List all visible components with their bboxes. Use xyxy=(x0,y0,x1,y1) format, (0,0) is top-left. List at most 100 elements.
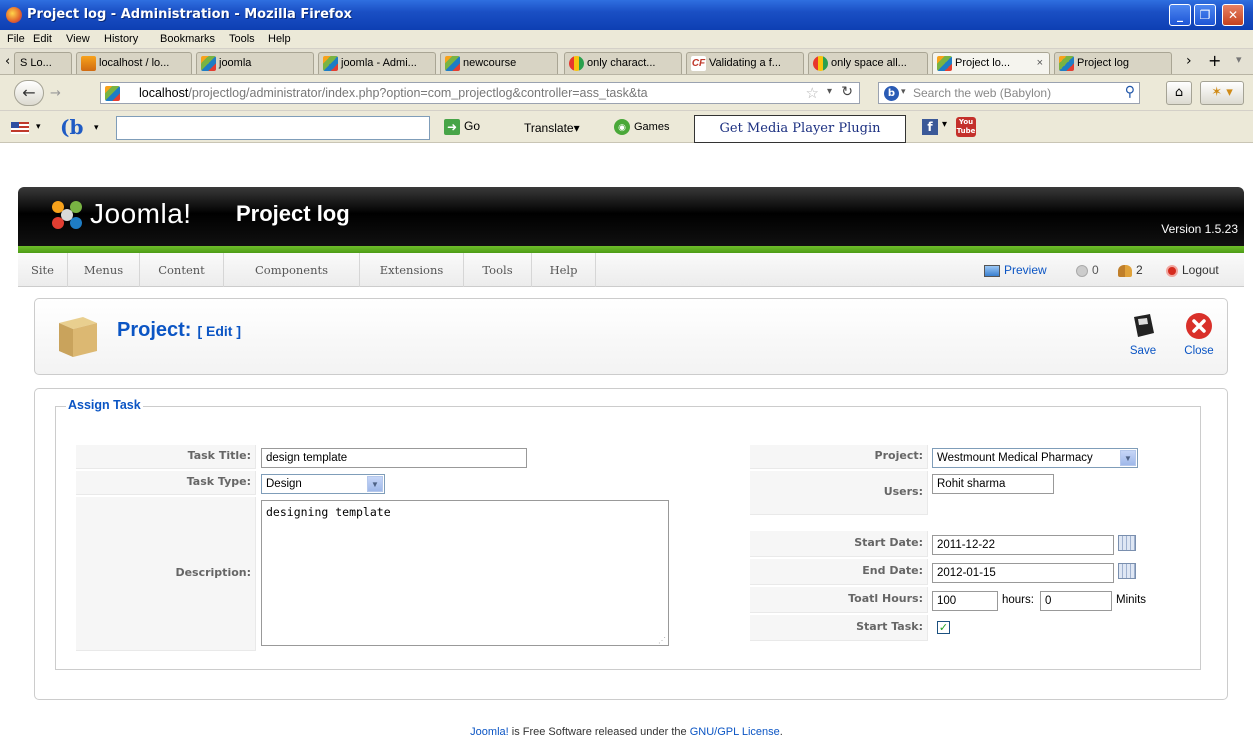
messages-count[interactable]: 0 xyxy=(1076,263,1099,277)
page-subtitle: [ Edit ] xyxy=(197,323,242,339)
tab-6[interactable]: CF Validating a f... xyxy=(686,52,804,74)
url-dropdown-icon[interactable]: ▾ xyxy=(827,86,832,97)
minutes-input[interactable]: 0 xyxy=(1040,591,1112,611)
preview-link[interactable]: Preview xyxy=(984,263,1047,277)
tab-8-active[interactable]: Project lo... × xyxy=(932,52,1050,74)
browser-tabbar: ‹ S Lo... localhost / lo... joomla jooml… xyxy=(0,49,1253,75)
joomla-icon xyxy=(937,56,952,71)
start-task-checkbox[interactable]: ✓ xyxy=(937,621,950,634)
start-date-input[interactable]: 2011-12-22 xyxy=(932,535,1114,555)
flag-dropdown-icon[interactable]: ▾ xyxy=(36,122,41,132)
menu-menus[interactable]: Menus xyxy=(68,253,140,287)
tab-7[interactable]: only space all... xyxy=(808,52,928,74)
games-button[interactable]: ◉ Games xyxy=(614,119,669,135)
search-engine-dropdown-icon[interactable]: ▾ xyxy=(901,87,906,97)
menu-bookmarks[interactable]: Bookmarks xyxy=(160,33,215,45)
app-title: Project log xyxy=(236,201,350,226)
babylon-dropdown-icon[interactable]: ▾ xyxy=(94,123,99,133)
menu-history[interactable]: History xyxy=(104,33,138,45)
search-bar[interactable]: b ▾ Search the web (Babylon) ⚲ xyxy=(878,82,1140,104)
bookmark-star-icon[interactable]: ☆ xyxy=(806,84,819,102)
save-button[interactable]: Save xyxy=(1121,311,1165,357)
end-date-input[interactable]: 2012-01-15 xyxy=(932,563,1114,583)
maximize-button[interactable]: ❐ xyxy=(1194,4,1216,26)
joomla-menu: Site Menus Content Components Extensions… xyxy=(18,253,1244,287)
us-flag-icon[interactable] xyxy=(11,122,29,134)
youtube-icon[interactable]: You Tube xyxy=(956,117,976,137)
tab-4[interactable]: newcourse xyxy=(440,52,558,74)
users-label: Users: xyxy=(750,471,928,515)
logout-link[interactable]: Logout xyxy=(1166,263,1219,277)
menu-components[interactable]: Components xyxy=(224,253,360,287)
menu-content[interactable]: Content xyxy=(140,253,224,287)
users-input[interactable]: Rohit sharma xyxy=(932,474,1054,494)
new-tab-icon[interactable]: + xyxy=(1208,51,1221,70)
menu-help[interactable]: Help xyxy=(268,33,291,45)
users-online-count[interactable]: 2 xyxy=(1118,263,1143,277)
media-player-plugin-button[interactable]: Get Media Player Plugin xyxy=(694,115,906,143)
url-bar[interactable]: localhost/projectlog/administrator/index… xyxy=(100,82,860,104)
version-label: Version 1.5.23 xyxy=(1161,222,1238,236)
tab-scroll-left-icon[interactable]: ‹ xyxy=(5,54,10,69)
joomla-icon xyxy=(445,56,460,71)
games-icon: ◉ xyxy=(614,119,630,135)
facebook-icon[interactable]: f xyxy=(922,119,938,135)
task-type-select[interactable]: Design ▼ xyxy=(261,474,385,494)
menu-help[interactable]: Help xyxy=(532,253,596,287)
joomla-logo-text: Joomla! xyxy=(90,198,192,229)
form-container: Assign Task Task Title: design template … xyxy=(34,388,1228,700)
joomla-icon xyxy=(1059,56,1074,71)
joomla-link[interactable]: Joomla! xyxy=(470,726,509,738)
cf-icon: CF xyxy=(691,56,706,71)
phpmyadmin-icon xyxy=(81,56,96,71)
tab-scroll-right-icon[interactable]: › xyxy=(1186,53,1192,69)
translate-button[interactable]: Translate▾ xyxy=(524,121,580,135)
header-accent-bar xyxy=(18,246,1244,253)
start-date-label: Start Date: xyxy=(750,531,928,557)
tab-9[interactable]: Project log xyxy=(1054,52,1172,74)
menu-tools[interactable]: Tools xyxy=(464,253,532,287)
calendar-icon[interactable] xyxy=(1118,563,1136,579)
go-arrow-icon: ➜ xyxy=(444,119,460,135)
home-icon[interactable]: ⌂ xyxy=(1166,81,1192,105)
project-select[interactable]: Westmount Medical Pharmacy ▼ xyxy=(932,448,1138,468)
menu-extensions[interactable]: Extensions xyxy=(360,253,464,287)
tab-2[interactable]: joomla xyxy=(196,52,314,74)
tab-3[interactable]: joomla - Admi... xyxy=(318,52,436,74)
tab-1[interactable]: localhost / lo... xyxy=(76,52,192,74)
magnifier-icon[interactable]: ⚲ xyxy=(1125,84,1135,100)
menu-tools[interactable]: Tools xyxy=(229,33,255,45)
back-icon[interactable]: ← xyxy=(14,80,44,106)
close-window-button[interactable]: ✕ xyxy=(1222,4,1244,26)
menu-edit[interactable]: Edit xyxy=(33,33,52,45)
gpl-license-link[interactable]: GNU/GPL License xyxy=(690,726,780,738)
calendar-icon[interactable] xyxy=(1118,535,1136,551)
menu-site[interactable]: Site xyxy=(18,253,68,287)
menu-view[interactable]: View xyxy=(66,33,90,45)
forward-icon[interactable]: → xyxy=(50,86,61,101)
babylon-search-input[interactable] xyxy=(116,116,430,140)
end-date-label: End Date: xyxy=(750,559,928,585)
task-title-input[interactable]: design template xyxy=(261,448,527,468)
description-textarea[interactable]: designing template ⋰ xyxy=(261,500,669,646)
close-tab-icon[interactable]: × xyxy=(1037,53,1043,73)
go-button[interactable]: ➜ Go xyxy=(444,119,480,135)
tab-list-icon[interactable]: ▾ xyxy=(1236,53,1242,66)
hours-input[interactable]: 100 xyxy=(932,591,998,611)
babylon-search-icon[interactable]: b xyxy=(884,86,899,101)
hours-unit-label: hours: xyxy=(1002,594,1034,606)
tab-0[interactable]: S Lo... xyxy=(14,52,72,74)
minimize-button[interactable]: _ xyxy=(1169,4,1191,26)
tab-5[interactable]: only charact... xyxy=(564,52,682,74)
resize-grip-icon[interactable]: ⋰ xyxy=(658,636,666,645)
babylon-logo-icon[interactable]: (b xyxy=(60,115,83,139)
preview-icon xyxy=(984,264,1000,277)
addon-icon[interactable]: ✶ ▾ xyxy=(1200,81,1244,105)
reload-icon[interactable]: ↻ xyxy=(841,84,853,100)
chevron-down-icon: ▼ xyxy=(367,476,383,492)
menu-file[interactable]: File xyxy=(7,33,25,45)
facebook-dropdown-icon[interactable]: ▾ xyxy=(942,119,947,130)
google-icon xyxy=(569,56,584,71)
start-task-label: Start Task: xyxy=(750,615,928,641)
close-button[interactable]: Close xyxy=(1177,311,1221,357)
